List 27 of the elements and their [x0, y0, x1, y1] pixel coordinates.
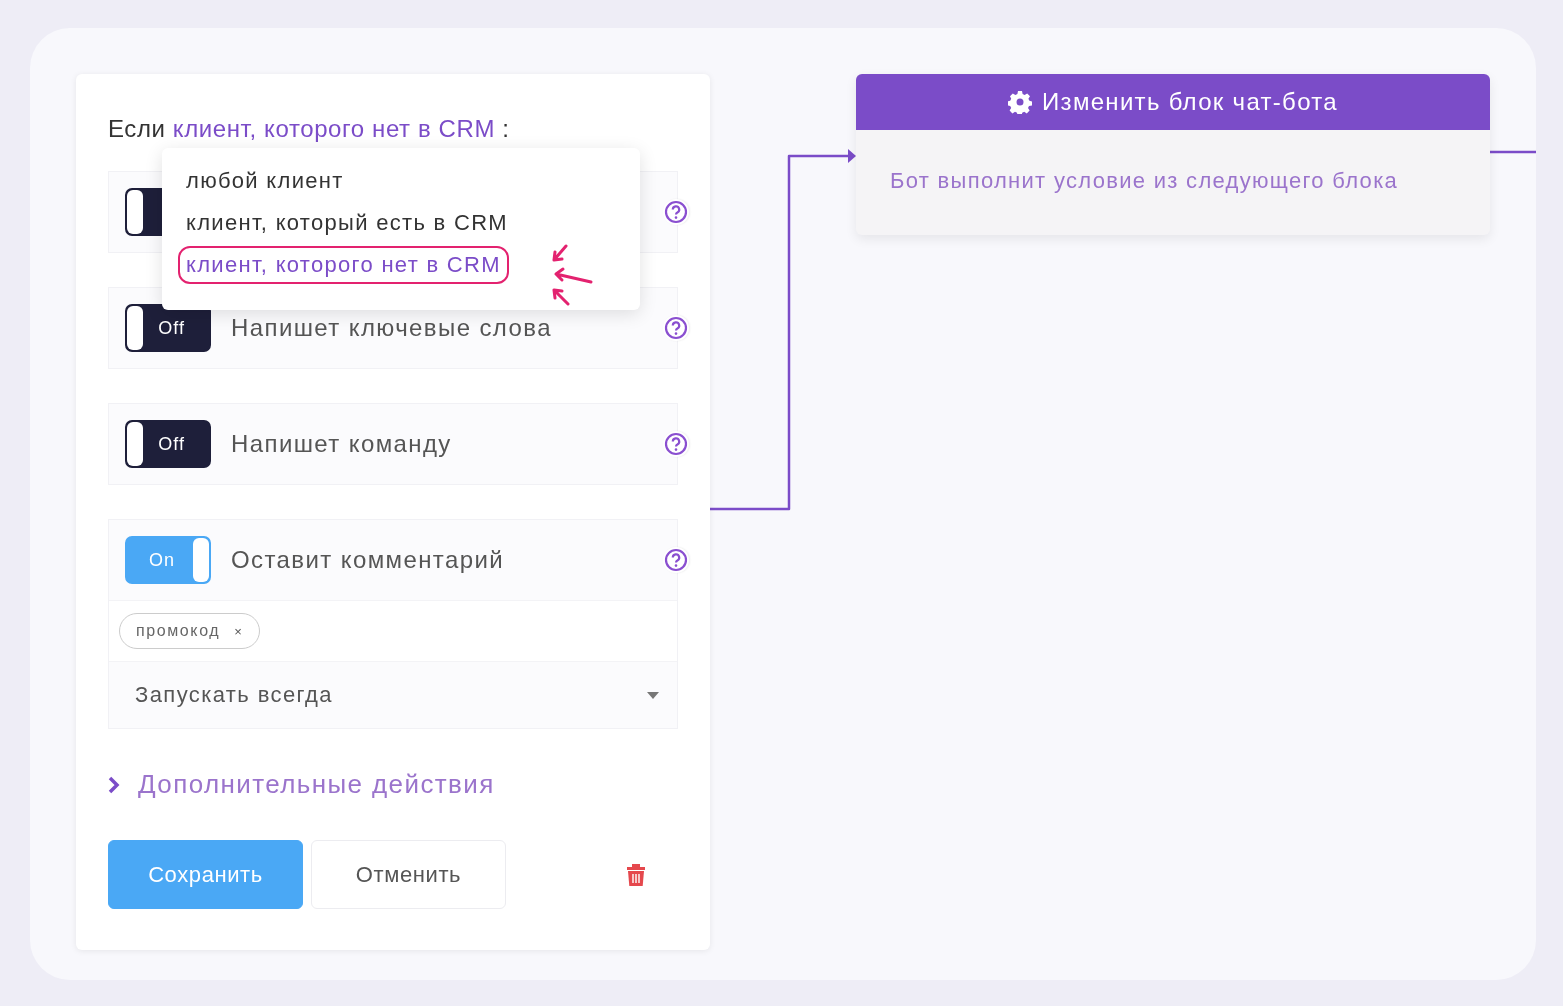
trigger-label: Напишет ключевые слова [231, 314, 553, 342]
trigger-label: Оставит комментарий [231, 546, 506, 574]
trash-icon[interactable] [626, 862, 646, 887]
menu-item[interactable]: клиент, которого нет в CRM [178, 246, 509, 284]
help-icon[interactable] [663, 431, 689, 457]
toggle-switch[interactable]: Off [125, 420, 211, 468]
chevron-icon [108, 775, 120, 794]
more-actions-toggle[interactable]: Дополнительные действия [108, 769, 678, 800]
remove-button[interactable]: × [234, 623, 244, 639]
menu-item[interactable]: клиент, который есть в CRM [178, 204, 516, 242]
connector-line [1490, 150, 1536, 154]
help-icon[interactable] [663, 315, 689, 341]
help-icon[interactable] [663, 547, 689, 573]
chatbot-node[interactable]: Изменить блок чат-бота Бот выполнит условие из следующего блока [856, 74, 1490, 235]
node-title: Изменить блок чат-бота [1042, 88, 1338, 116]
select-field[interactable]: Запускать всегда [109, 661, 677, 728]
help-icon[interactable] [663, 199, 689, 225]
trigger-label: Напишет команду [231, 430, 453, 458]
menu-item[interactable]: любой клиент [178, 162, 352, 200]
tag-label: промокод [136, 622, 221, 640]
caret-icon [647, 691, 659, 699]
cancel-button[interactable]: Отменить [311, 840, 506, 909]
node-description: Бот выполнит условие из следующего блока [889, 167, 1400, 195]
toggle-switch[interactable]: Off [125, 304, 211, 352]
condition-link[interactable]: клиент, которого нет в CRM [172, 115, 496, 142]
condition-heading: Если клиент, которого нет в CRM : [108, 114, 511, 144]
gear-icon [1008, 90, 1033, 114]
